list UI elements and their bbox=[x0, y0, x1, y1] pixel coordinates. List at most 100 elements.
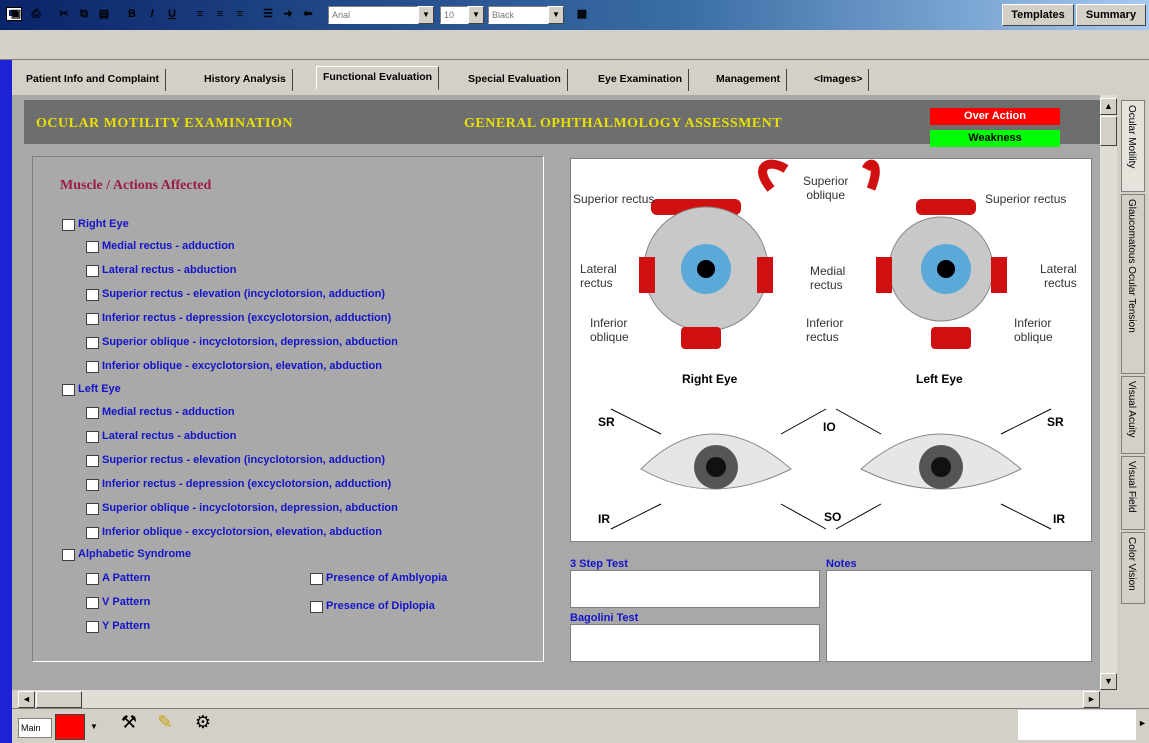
checkbox-amblyopia[interactable] bbox=[310, 573, 323, 585]
superior-rectus-label: Superior rectus bbox=[985, 192, 1067, 206]
muscle-label: Superior rectus - elevation (incyclotors… bbox=[102, 454, 385, 466]
italic-button[interactable]: I bbox=[142, 4, 162, 24]
font-color-select[interactable]: Black bbox=[488, 6, 548, 24]
checkbox[interactable] bbox=[86, 503, 99, 515]
scroll-left-button[interactable]: ◄ bbox=[18, 691, 35, 708]
checkbox[interactable] bbox=[86, 337, 99, 349]
sr-label: SR bbox=[1047, 415, 1064, 429]
side-tab-color-vision[interactable]: Color Vision bbox=[1121, 532, 1145, 604]
chevron-down-icon[interactable]: ▼ bbox=[468, 6, 484, 24]
tools-icon[interactable]: ⚙ bbox=[188, 712, 218, 738]
chevron-down-icon[interactable]: ▼ bbox=[88, 716, 100, 738]
legend-weakness: Weakness bbox=[930, 130, 1060, 147]
copy-icon[interactable]: ⧉ bbox=[74, 4, 94, 24]
eye-muscle-diagram bbox=[570, 158, 1092, 542]
scroll-thumb[interactable] bbox=[1100, 116, 1117, 146]
notes-label: Notes bbox=[826, 558, 857, 570]
toolbar bbox=[0, 30, 1149, 60]
side-tab-ocular-motility[interactable]: Ocular Motility bbox=[1121, 100, 1145, 192]
status-panel bbox=[1018, 710, 1136, 740]
bold-button[interactable]: B bbox=[122, 4, 142, 24]
font-name-select[interactable]: Arial bbox=[328, 6, 418, 24]
muscle-label: Superior oblique - incyclotorsion, depre… bbox=[102, 502, 398, 514]
pencil-icon[interactable]: ✎ bbox=[150, 712, 180, 738]
outdent-icon[interactable]: ⬅ bbox=[298, 4, 318, 24]
side-tab-visual-acuity[interactable]: Visual Acuity bbox=[1121, 376, 1145, 454]
checkbox[interactable] bbox=[86, 479, 99, 491]
checkbox-v-pattern[interactable] bbox=[86, 597, 99, 609]
muscle-label: Inferior oblique - excyclotorsion, eleva… bbox=[102, 526, 382, 538]
tab-eye-examination[interactable]: Eye Examination bbox=[592, 69, 690, 91]
checkbox[interactable] bbox=[86, 431, 99, 443]
underline-button[interactable]: U bbox=[162, 4, 182, 24]
scroll-right-button[interactable]: ► bbox=[1083, 691, 1100, 708]
align-left-icon[interactable]: ≡ bbox=[190, 4, 210, 24]
checkbox[interactable] bbox=[86, 265, 99, 277]
right-eye-label: Right Eye bbox=[78, 218, 129, 230]
checkbox[interactable] bbox=[86, 361, 99, 373]
checkbox[interactable] bbox=[86, 527, 99, 539]
checkbox-right-eye[interactable] bbox=[62, 219, 75, 231]
bagolini-label: Bagolini Test bbox=[570, 612, 639, 624]
checkbox[interactable] bbox=[86, 313, 99, 325]
muscle-label: Inferior oblique - excyclotorsion, eleva… bbox=[102, 360, 382, 372]
checkbox[interactable] bbox=[86, 289, 99, 301]
tab-bar bbox=[12, 60, 1149, 95]
templates-button[interactable]: Templates bbox=[1002, 4, 1074, 26]
inferior-oblique-label: Inferior oblique bbox=[590, 316, 629, 344]
tab-functional-evaluation[interactable]: Functional Evaluation bbox=[316, 66, 440, 90]
scroll-up-button[interactable]: ▲ bbox=[1100, 98, 1117, 115]
format-icon[interactable]: ▦ bbox=[572, 4, 592, 24]
chevron-down-icon[interactable]: ▼ bbox=[418, 6, 434, 24]
amblyopia-label: Presence of Amblyopia bbox=[326, 572, 448, 584]
checkbox-diplopia[interactable] bbox=[310, 601, 323, 613]
tab-special-evaluation[interactable]: Special Evaluation bbox=[462, 69, 568, 91]
medial-rectus-label: Medial rectus bbox=[810, 264, 846, 292]
checkbox-y-pattern[interactable] bbox=[86, 621, 99, 633]
mode-field[interactable]: Main bbox=[18, 718, 52, 738]
chevron-down-icon[interactable]: ▼ bbox=[548, 6, 564, 24]
tab-images[interactable]: <Images> bbox=[808, 69, 870, 91]
font-size-select[interactable]: 10 bbox=[440, 6, 468, 24]
checkbox-a-pattern[interactable] bbox=[86, 573, 99, 585]
cut-icon[interactable]: ✂ bbox=[54, 4, 74, 24]
superior-oblique-label: Superior oblique bbox=[803, 174, 849, 202]
a-pattern-label: A Pattern bbox=[102, 572, 151, 584]
side-tab-ocular-tension[interactable]: Glaucomatous Ocular Tension bbox=[1121, 194, 1145, 374]
checkbox[interactable] bbox=[86, 407, 99, 419]
panel-title: Muscle / Actions Affected bbox=[60, 178, 212, 193]
vertical-scrollbar[interactable] bbox=[1100, 95, 1117, 690]
color-swatch[interactable] bbox=[55, 714, 85, 740]
three-step-label: 3 Step Test bbox=[570, 558, 628, 570]
notes-field[interactable] bbox=[826, 570, 1092, 662]
alphabetic-syndrome-label: Alphabetic Syndrome bbox=[78, 548, 192, 560]
indent-icon[interactable]: ➜ bbox=[278, 4, 298, 24]
align-right-icon[interactable]: ≡ bbox=[230, 4, 250, 24]
checkbox[interactable] bbox=[86, 241, 99, 253]
muscle-label: Medial rectus - adduction bbox=[102, 240, 235, 252]
checkbox-left-eye[interactable] bbox=[62, 384, 75, 396]
bullets-icon[interactable]: ☰ bbox=[258, 4, 278, 24]
tab-history-analysis[interactable]: History Analysis bbox=[198, 69, 293, 91]
checkbox-alphabetic-syndrome[interactable] bbox=[62, 549, 75, 561]
side-tab-visual-field[interactable]: Visual Field bbox=[1121, 456, 1145, 530]
tab-patient-info[interactable]: Patient Info and Complaint bbox=[20, 69, 166, 91]
print-icon[interactable]: ⎙ bbox=[26, 4, 46, 24]
paint-roller-icon[interactable]: ⚒ bbox=[114, 712, 144, 738]
checkbox[interactable] bbox=[86, 455, 99, 467]
scroll-down-button[interactable]: ▼ bbox=[1100, 673, 1117, 690]
so-label: SO bbox=[824, 510, 842, 524]
bagolini-field[interactable] bbox=[570, 624, 820, 662]
paste-icon[interactable]: ▤ bbox=[94, 4, 114, 24]
three-step-field[interactable] bbox=[570, 570, 820, 608]
ir-label: IR bbox=[1053, 512, 1065, 526]
summary-button[interactable]: Summary bbox=[1076, 4, 1146, 26]
tab-management[interactable]: Management bbox=[710, 69, 788, 91]
horizontal-scrollbar[interactable] bbox=[18, 690, 1100, 708]
scroll-thumb-horizontal[interactable] bbox=[36, 691, 82, 708]
v-pattern-label: V Pattern bbox=[102, 596, 151, 608]
scroll-right-icon[interactable]: ► bbox=[1138, 718, 1148, 734]
align-center-icon[interactable]: ≡ bbox=[210, 4, 230, 24]
save-icon[interactable]: ▣ bbox=[6, 4, 26, 24]
sr-label: SR bbox=[598, 415, 615, 429]
